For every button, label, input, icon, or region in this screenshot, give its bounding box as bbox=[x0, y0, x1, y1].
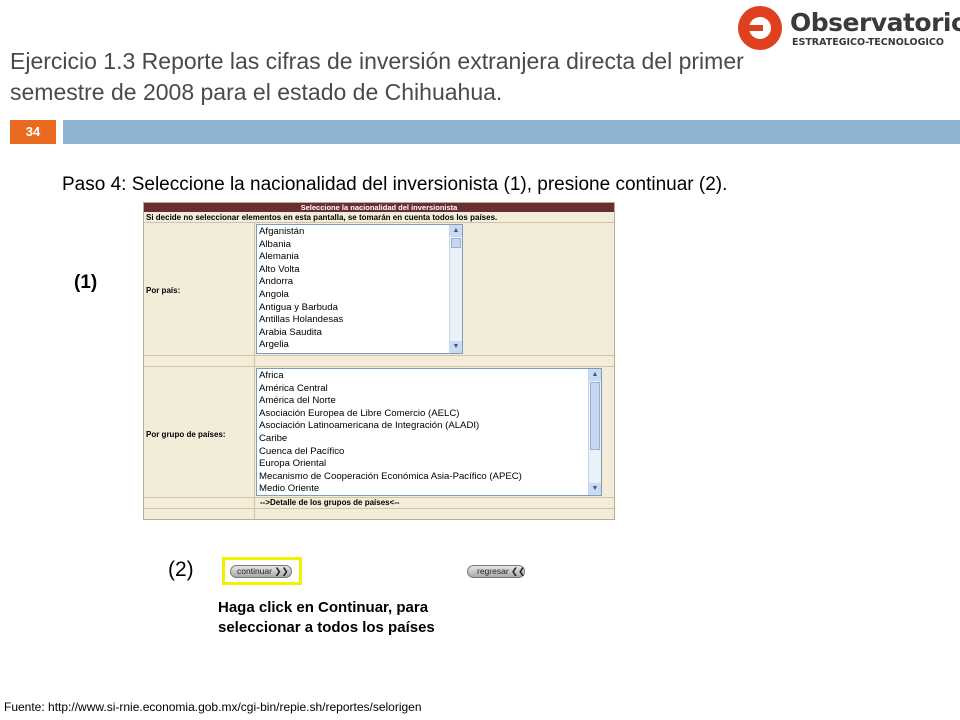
marker-2: (2) bbox=[168, 558, 194, 581]
scroll-thumb[interactable] bbox=[451, 238, 461, 248]
grupo-option[interactable]: Europa Oriental bbox=[259, 458, 599, 471]
pais-option[interactable]: Arabia Saudita bbox=[259, 327, 460, 340]
grupo-option[interactable]: Africa bbox=[259, 370, 599, 383]
pais-option[interactable]: Antillas Holandesas bbox=[259, 314, 460, 327]
page-number: 34 bbox=[10, 120, 56, 144]
scroll-down-icon[interactable]: ▼ bbox=[589, 483, 601, 495]
step-instruction: Paso 4: Seleccione la nacionalidad del i… bbox=[62, 174, 728, 195]
detalle-grupos-link[interactable]: -->Detalle de los grupos de países<-- bbox=[260, 498, 400, 507]
scroll-thumb[interactable] bbox=[590, 382, 600, 450]
logo-name: Observatorio bbox=[790, 8, 960, 37]
grupo-option[interactable]: Mecanismo de Cooperación Económica Asia-… bbox=[259, 471, 599, 484]
header-band bbox=[63, 120, 960, 144]
pais-option[interactable]: Argelia bbox=[259, 339, 460, 352]
scroll-up-icon[interactable]: ▲ bbox=[589, 369, 601, 381]
scroll-down-icon[interactable]: ▼ bbox=[450, 341, 462, 353]
pais-scrollbar[interactable]: ▲ ▼ bbox=[449, 225, 462, 353]
pais-option[interactable]: Alto Volta bbox=[259, 264, 460, 277]
grupo-option[interactable]: América del Norte bbox=[259, 395, 599, 408]
form-note: Si decide no seleccionar elementos en es… bbox=[144, 213, 614, 223]
instruction-line-2: seleccionar a todos los países bbox=[218, 619, 435, 636]
source-citation: Fuente: http://www.si-rnie.economia.gob.… bbox=[4, 700, 422, 714]
form-header: Seleccione la nacionalidad del inversion… bbox=[144, 203, 614, 212]
scroll-up-icon[interactable]: ▲ bbox=[450, 225, 462, 237]
logo-mark-icon bbox=[738, 6, 782, 50]
continuar-button[interactable]: continuar ❯❯ bbox=[230, 565, 292, 578]
regresar-button[interactable]: regresar ❮❮ bbox=[467, 565, 525, 578]
column-divider bbox=[254, 223, 255, 519]
pais-option[interactable]: Andorra bbox=[259, 276, 460, 289]
nationality-form: Seleccione la nacionalidad del inversion… bbox=[143, 202, 615, 520]
grupo-option[interactable]: Caribe bbox=[259, 433, 599, 446]
observatorio-logo: Observatorio ESTRATEGICO-TECNOLOGICO bbox=[738, 6, 960, 50]
pais-option[interactable]: Alemania bbox=[259, 251, 460, 264]
pais-option[interactable]: Albania bbox=[259, 239, 460, 252]
pais-option[interactable]: Antigua y Barbuda bbox=[259, 302, 460, 315]
grupo-scrollbar[interactable]: ▲ ▼ bbox=[588, 369, 601, 495]
row-divider bbox=[144, 508, 614, 509]
grupo-option[interactable]: Cuenca del Pacífico bbox=[259, 446, 599, 459]
instruction-line-1: Haga click en Continuar, para bbox=[218, 599, 429, 616]
grupo-options: Africa América Central América del Norte… bbox=[257, 369, 601, 495]
grupo-label: Por grupo de países: bbox=[146, 430, 226, 439]
grupo-option[interactable]: Medio Oriente bbox=[259, 483, 599, 495]
marker-1: (1) bbox=[74, 272, 98, 293]
grupo-option[interactable]: América Central bbox=[259, 383, 599, 396]
pais-listbox[interactable]: Afganistán Albania Alemania Alto Volta A… bbox=[256, 224, 463, 354]
pais-label: Por país: bbox=[146, 286, 181, 295]
slide-title: Ejercicio 1.3 Reporte las cifras de inve… bbox=[10, 46, 890, 108]
pais-options: Afganistán Albania Alemania Alto Volta A… bbox=[257, 225, 462, 353]
grupo-option[interactable]: Asociación Europea de Libre Comercio (AE… bbox=[259, 408, 599, 421]
continuar-instruction: Haga click en Continuar, para selecciona… bbox=[218, 598, 435, 638]
title-line-1: Ejercicio 1.3 Reporte las cifras de inve… bbox=[10, 48, 744, 74]
title-line-2: semestre de 2008 para el estado de Chihu… bbox=[10, 79, 503, 105]
row-divider bbox=[144, 366, 614, 367]
pais-option[interactable]: Angola bbox=[259, 289, 460, 302]
grupo-option[interactable]: Asociación Latinoamericana de Integració… bbox=[259, 420, 599, 433]
grupo-listbox[interactable]: Africa América Central América del Norte… bbox=[256, 368, 602, 496]
row-divider bbox=[144, 355, 614, 356]
pais-option[interactable]: Afganistán bbox=[259, 226, 460, 239]
